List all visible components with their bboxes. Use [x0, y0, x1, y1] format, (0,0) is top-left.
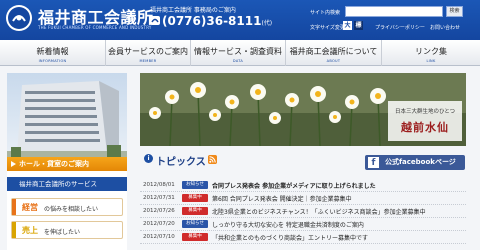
- global-nav: 新着情報 INFORMATION 会員サービスのご案内 MEMBER 情報サービ…: [0, 40, 480, 66]
- nav-item-about[interactable]: 福井商工会議所について ABOUT: [286, 40, 382, 66]
- service-increase-sales[interactable]: 売上 を伸ばしたい: [11, 221, 123, 239]
- service-accent-bar: [12, 222, 16, 238]
- service-management-consult[interactable]: 経営 の悩みを相談したい: [11, 198, 123, 216]
- nav-label-en: INFORMATION: [38, 59, 67, 63]
- font-size-label: 文字サイズ変更: [310, 25, 345, 31]
- font-size-large-button[interactable]: 大: [343, 21, 352, 30]
- service-accent-bar: [12, 199, 16, 215]
- sidebar: ホール・貸室のご案内 福井商工会議所のサービス 経営 の悩みを相談したい 売上 …: [7, 73, 127, 250]
- news-date: 2012/07/26: [143, 208, 175, 214]
- search-button[interactable]: 検索: [446, 6, 463, 17]
- nav-label: 福井商工会議所について: [289, 47, 378, 56]
- hero-subtitle: 日本三大群生地のひとつ: [394, 109, 456, 115]
- facebook-label: 公式facebookページ: [385, 158, 456, 166]
- contact-link[interactable]: お問い合わせ: [430, 24, 460, 31]
- nav-item-data[interactable]: 情報サービス・調査資料 DATA: [191, 40, 286, 66]
- facebook-icon: f: [368, 157, 379, 168]
- nav-label-en: LINK: [426, 59, 436, 63]
- news-row[interactable]: 2012/07/10 募集中 「共和企業とのものづくり商談会」エントリー募集中で…: [140, 232, 466, 244]
- news-badge: 募集中: [182, 194, 208, 202]
- hero-caption: 日本三大群生地のひとつ 越前水仙: [388, 101, 462, 141]
- news-badge: 募集中: [182, 233, 208, 241]
- service-strong-text: 売上: [22, 226, 38, 235]
- service-strong-text: 経営: [22, 203, 38, 212]
- news-badge: お知らせ: [182, 220, 208, 228]
- nav-label: 情報サービス・調査資料: [194, 47, 282, 56]
- search-label: サイト内検索: [310, 10, 341, 16]
- news-title[interactable]: 合同プレス発表会 参加企業がメディアに取り上げられました: [212, 181, 376, 190]
- news-row[interactable]: 2012/07/26 募集中 北陸3県企業とのビジネスチャンス！「ふくいビジネス…: [140, 206, 466, 218]
- nav-item-information[interactable]: 新着情報 INFORMATION: [0, 40, 106, 66]
- nav-label-en: DATA: [232, 59, 244, 63]
- phone-icon: [150, 16, 160, 25]
- site-title-en: THE FUKUI CHAMBER OF COMMERCE AND INDUST…: [38, 25, 152, 30]
- news-title[interactable]: 第6回 合同プレス発表会 開催決定｜参加企業募集中: [212, 194, 352, 203]
- news-row[interactable]: 2012/08/01 お知らせ 合同プレス発表会 参加企業がメディアに取り上げら…: [140, 180, 466, 192]
- arrow-right-icon: [11, 161, 16, 167]
- news-title[interactable]: しっかり守る大切な安心を 特定退職金共済制度のご案内: [212, 220, 364, 229]
- news-date: 2012/07/20: [143, 221, 175, 227]
- facebook-page-button[interactable]: f 公式facebookページ: [365, 155, 465, 170]
- nav-label-en: MEMBER: [139, 59, 157, 63]
- search-input[interactable]: [345, 6, 443, 17]
- services-heading: 福井商工会議所のサービス: [7, 177, 127, 191]
- news-date: 2012/08/01: [143, 182, 175, 188]
- nav-item-link[interactable]: リンク集 LINK: [382, 40, 480, 66]
- topics-heading: トピックス: [156, 157, 206, 168]
- phone-number-text: (0776)36-8111: [162, 14, 262, 28]
- hall-rental-banner[interactable]: ホール・貸室のご案内: [7, 157, 127, 171]
- hero-banner: 日本三大群生地のひとつ 越前水仙: [140, 73, 466, 146]
- phone-suffix: (代): [261, 20, 273, 27]
- nav-label: 会員サービスのご案内: [108, 47, 188, 56]
- nav-label: 新着情報: [36, 47, 69, 56]
- news-date: 2012/07/31: [143, 195, 175, 201]
- font-size-standard-button[interactable]: 標: [354, 21, 363, 30]
- rss-icon[interactable]: [208, 155, 217, 164]
- hero-title: 越前水仙: [401, 121, 449, 134]
- logo-icon[interactable]: [6, 5, 32, 31]
- service-rest-text: を伸ばしたい: [44, 229, 81, 236]
- news-row[interactable]: 2012/07/20 お知らせ しっかり守る大切な安心を 特定退職金共済制度のご…: [140, 219, 466, 231]
- office-info-label[interactable]: 福井商工会議所 事務局のご案内: [150, 5, 236, 14]
- privacy-policy-link[interactable]: プライバシーポリシー: [375, 24, 425, 31]
- news-date: 2012/07/10: [143, 234, 175, 240]
- info-icon: i: [144, 154, 153, 163]
- news-title[interactable]: 「共和企業とのものづくり商談会」エントリー募集中です: [212, 233, 368, 242]
- phone-number: (0776)36-8111(代): [162, 14, 272, 28]
- service-rest-text: の悩みを相談したい: [44, 206, 99, 213]
- site-header: 福井商工会議所 THE FUKUI CHAMBER OF COMMERCE AN…: [0, 0, 480, 40]
- nav-label-en: ABOUT: [326, 59, 341, 63]
- nav-label: リンク集: [415, 47, 447, 56]
- news-badge: 募集中: [182, 207, 208, 215]
- news-title[interactable]: 北陸3県企業とのビジネスチャンス！「ふくいビジネス商談会」参加企業募集中: [212, 207, 426, 216]
- nav-item-member[interactable]: 会員サービスのご案内 MEMBER: [106, 40, 191, 66]
- news-row[interactable]: 2012/07/31 募集中 第6回 合同プレス発表会 開催決定｜参加企業募集中: [140, 193, 466, 205]
- news-badge: お知らせ: [182, 181, 208, 189]
